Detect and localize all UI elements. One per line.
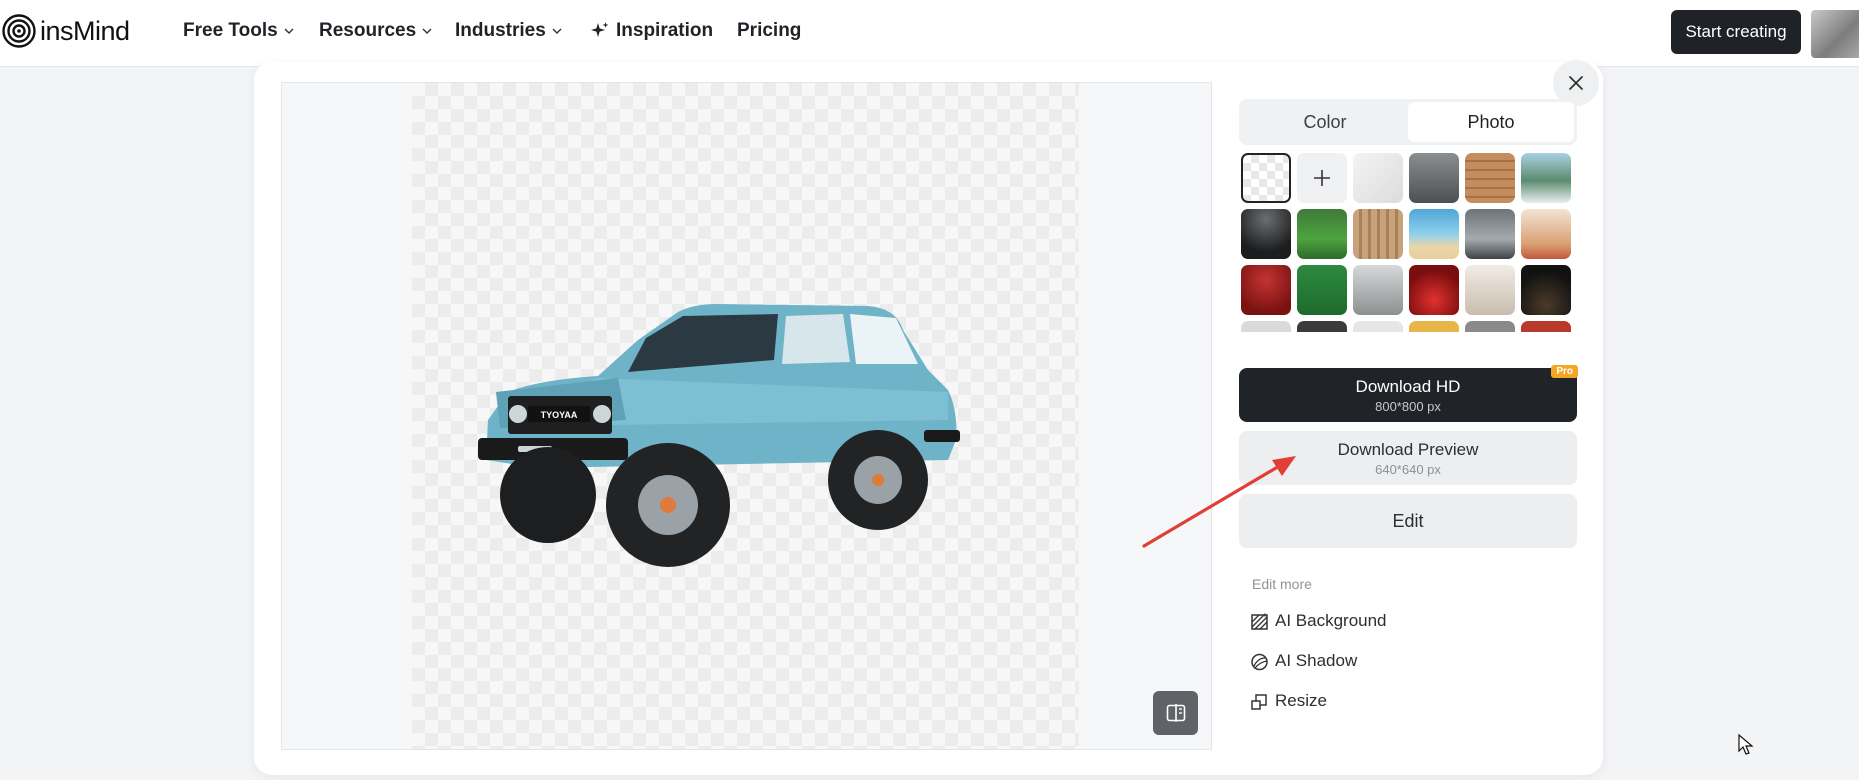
background-swatches — [1239, 152, 1577, 332]
swatch-photo[interactable] — [1409, 153, 1459, 203]
chevron-down-icon — [552, 28, 562, 34]
close-icon — [1569, 76, 1583, 90]
logo[interactable]: insMind — [0, 13, 130, 49]
swatch-photo[interactable] — [1353, 209, 1403, 259]
swatch-photo[interactable] — [1465, 321, 1515, 332]
ai-background-tool[interactable]: AI Background — [1250, 611, 1387, 631]
ai-shadow-icon — [1251, 653, 1268, 670]
swatch-photo[interactable] — [1409, 321, 1459, 332]
annotation-arrow — [1142, 456, 1296, 548]
swatch-transparent[interactable] — [1241, 153, 1291, 203]
nav-resources[interactable]: Resources — [319, 20, 432, 42]
chevron-down-icon — [284, 28, 294, 34]
nav-pricing[interactable]: Pricing — [737, 20, 801, 42]
tool-label: Resize — [1275, 691, 1327, 710]
swatch-photo[interactable] — [1521, 265, 1571, 315]
download-preview-size: 640*640 px — [1375, 461, 1441, 477]
swatch-photo[interactable] — [1353, 265, 1403, 315]
compare-button[interactable] — [1153, 691, 1198, 735]
download-hd-size: 800*800 px — [1375, 398, 1441, 414]
logo-text: insMind — [40, 15, 130, 46]
mouse-cursor-icon — [1738, 734, 1754, 755]
car-image: TYOYAA — [478, 304, 960, 567]
swatch-photo[interactable] — [1521, 153, 1571, 203]
nav-label: Pricing — [737, 20, 802, 41]
swatch-photo[interactable] — [1409, 265, 1459, 315]
edit-more-label: Edit more — [1252, 576, 1312, 592]
nav-label: Resources — [319, 20, 417, 41]
nav-industries[interactable]: Industries — [455, 20, 562, 42]
swatch-photo[interactable] — [1241, 321, 1291, 332]
compare-icon — [1166, 704, 1185, 722]
tool-label: AI Shadow — [1275, 651, 1358, 670]
nav-label: Free Tools — [183, 20, 278, 41]
swatch-photo[interactable] — [1521, 209, 1571, 259]
ai-shadow-tool[interactable]: AI Shadow — [1250, 651, 1357, 671]
tool-label: AI Background — [1275, 611, 1387, 630]
svg-text:TYOYAA: TYOYAA — [541, 410, 578, 420]
nav-label: Inspiration — [616, 20, 714, 41]
download-hd-button[interactable]: Download HD 800*800 px Pro — [1239, 365, 1578, 422]
top-nav: insMind Free Tools Resources Industries … — [0, 0, 1859, 67]
nav-inspiration[interactable]: Inspiration — [590, 20, 713, 42]
swatch-photo[interactable] — [1241, 209, 1291, 259]
swatch-photo[interactable] — [1465, 209, 1515, 259]
swatch-photo[interactable] — [1521, 321, 1571, 332]
swatch-photo[interactable] — [1465, 153, 1515, 203]
add-background-button[interactable] — [1297, 153, 1347, 203]
swatch-photo[interactable] — [1297, 265, 1347, 315]
nav-label: Industries — [455, 20, 546, 41]
swatch-photo[interactable] — [1353, 153, 1403, 203]
swatch-photo[interactable] — [1241, 265, 1291, 315]
chevron-down-icon — [422, 28, 432, 34]
swatch-photo[interactable] — [1297, 209, 1347, 259]
swatch-photo[interactable] — [1353, 321, 1403, 332]
resize-tool[interactable]: Resize — [1250, 691, 1327, 711]
pro-badge: Pro — [1551, 365, 1578, 378]
tab-photo[interactable]: Photo — [1408, 102, 1574, 142]
background-tabs: Color Photo — [1239, 99, 1577, 145]
plus-icon — [1314, 170, 1330, 186]
tab-color[interactable]: Color — [1242, 102, 1408, 142]
ai-background-icon — [1251, 612, 1268, 630]
logo-icon — [2, 14, 36, 48]
avatar[interactable] — [1811, 10, 1859, 58]
swatch-photo[interactable] — [1409, 209, 1459, 259]
resize-icon — [1251, 693, 1267, 710]
nav-free-tools[interactable]: Free Tools — [183, 20, 294, 42]
download-hd-label: Download HD — [1355, 376, 1461, 396]
sparkle-icon — [591, 22, 609, 37]
swatch-photo[interactable] — [1297, 321, 1347, 332]
start-creating-button[interactable]: Start creating — [1671, 10, 1801, 54]
download-preview-label: Download Preview — [1337, 439, 1479, 459]
swatch-photo[interactable] — [1465, 265, 1515, 315]
